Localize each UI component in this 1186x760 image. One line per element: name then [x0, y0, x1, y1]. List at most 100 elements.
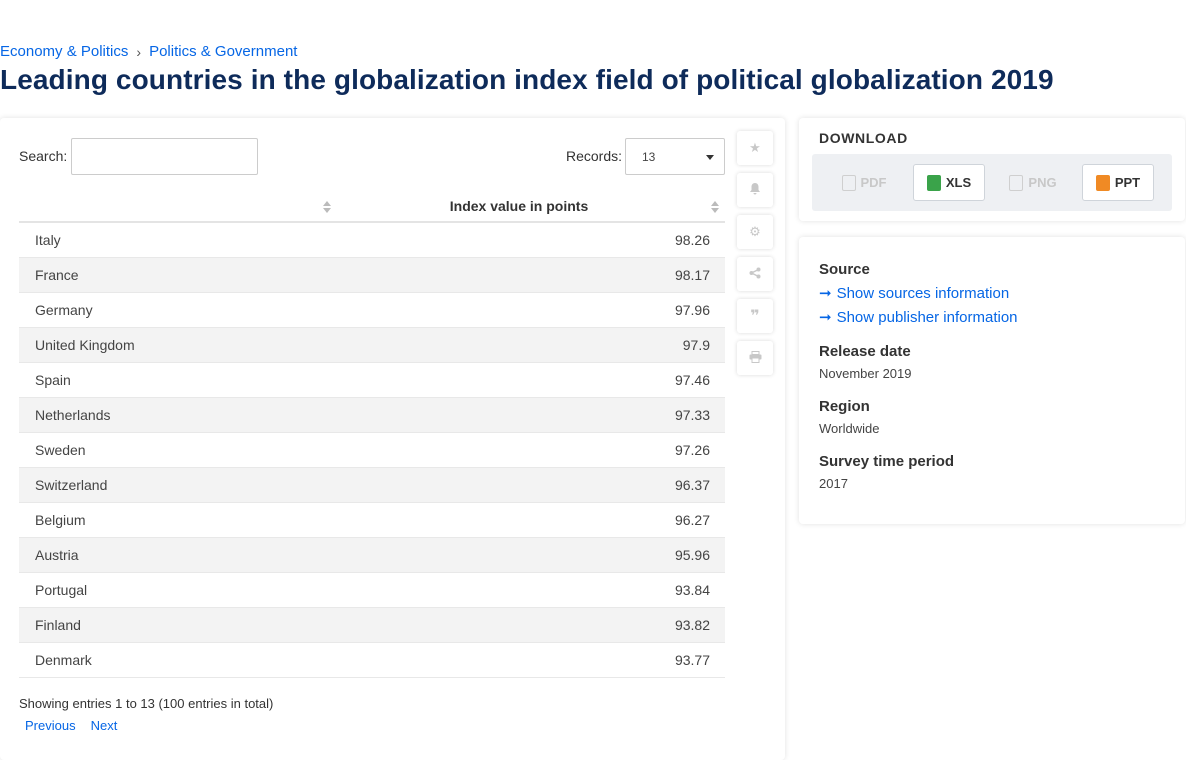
column-header-index-value[interactable]: Index value in points: [339, 198, 699, 214]
ppt-file-icon: [1095, 174, 1110, 191]
table-header: Index value in points: [19, 190, 725, 223]
table-row: Portugal 93.84: [19, 573, 725, 608]
download-pdf-label: PDF: [860, 175, 887, 190]
download-options: PDF XLS PNG PPT: [812, 154, 1172, 211]
download-title: DOWNLOAD: [819, 130, 908, 146]
download-card: DOWNLOAD PDF XLS PNG PPT: [799, 118, 1185, 221]
page-title: Leading countries in the globalization i…: [0, 64, 1054, 95]
breadcrumb-economy-politics[interactable]: Economy & Politics: [0, 43, 128, 60]
table-row: Italy 98.26: [19, 223, 725, 258]
chevron-down-icon: [706, 155, 714, 160]
alert-button[interactable]: [737, 173, 773, 207]
cite-button[interactable]: ❞: [737, 299, 773, 333]
cell-index-value: 93.84: [674, 582, 710, 598]
column-header-country[interactable]: [19, 190, 339, 223]
share-icon: [749, 267, 761, 282]
region-label: Region: [819, 398, 870, 415]
print-icon: [749, 350, 762, 366]
cell-country: Switzerland: [35, 477, 108, 493]
cell-index-value: 93.82: [674, 617, 710, 633]
statistic-info-card: Source ➞ Show sources information ➞ Show…: [799, 237, 1185, 524]
cell-country: Germany: [35, 302, 93, 318]
breadcrumb: Economy & Politics › Politics & Governme…: [0, 43, 297, 60]
source-label: Source: [819, 261, 870, 278]
xls-file-icon: [926, 174, 941, 191]
next-button[interactable]: Next: [91, 718, 118, 733]
cell-index-value: 93.77: [674, 652, 710, 668]
cell-country: France: [35, 267, 79, 283]
star-icon: ★: [749, 140, 761, 155]
pagination: Previous Next: [25, 718, 117, 733]
breadcrumb-politics-government[interactable]: Politics & Government: [149, 43, 297, 60]
breadcrumb-separator: ›: [136, 43, 142, 60]
cell-index-value: 97.96: [674, 302, 710, 318]
cell-index-value: 98.26: [674, 232, 710, 248]
gear-icon: ⚙: [749, 224, 761, 239]
png-file-icon: [1009, 174, 1024, 191]
cell-country: Belgium: [35, 512, 86, 528]
table-body: Italy 98.26 France 98.17 Germany 97.96 United …: [19, 223, 725, 678]
sort-icon[interactable]: [323, 201, 331, 213]
show-publisher-link[interactable]: ➞ Show publisher information: [819, 308, 1018, 327]
cell-index-value: 95.96: [674, 547, 710, 563]
pdf-file-icon: [841, 174, 856, 191]
arrow-right-icon: ➞: [819, 309, 832, 326]
cell-index-value: 97.33: [674, 407, 710, 423]
table-row: Denmark 93.77: [19, 643, 725, 678]
data-table: Index value in points Italy 98.26 France 98…: [19, 190, 725, 678]
table-row: Finland 93.82: [19, 608, 725, 643]
table-row: Germany 97.96: [19, 293, 725, 328]
search-label: Search:: [19, 148, 68, 164]
cell-index-value: 96.27: [674, 512, 710, 528]
cell-index-value: 97.26: [674, 442, 710, 458]
cell-country: Sweden: [35, 442, 86, 458]
survey-period-value: 2017: [819, 476, 848, 491]
download-pdf-button[interactable]: PDF: [828, 164, 900, 201]
download-ppt-label: PPT: [1114, 175, 1141, 190]
share-button[interactable]: [737, 257, 773, 291]
download-png-button[interactable]: PNG: [997, 164, 1069, 201]
cell-country: Spain: [35, 372, 71, 388]
download-png-label: PNG: [1028, 175, 1057, 190]
cell-country: Portugal: [35, 582, 88, 598]
cell-country: Denmark: [35, 652, 92, 668]
region-value: Worldwide: [819, 421, 880, 436]
table-info: Showing entries 1 to 13 (100 entries in …: [19, 696, 274, 711]
records-select-value: 13: [642, 150, 656, 164]
search-input[interactable]: [71, 138, 258, 175]
table-row: Netherlands 97.33: [19, 398, 725, 433]
release-date-value: November 2019: [819, 366, 912, 381]
table-row: France 98.17: [19, 258, 725, 293]
records-label: Records:: [566, 148, 623, 164]
show-sources-label: Show sources information: [836, 284, 1010, 302]
show-publisher-label: Show publisher information: [836, 308, 1018, 326]
quote-icon: ❞: [750, 308, 760, 325]
settings-button[interactable]: ⚙: [737, 215, 773, 249]
table-row: Austria 95.96: [19, 538, 725, 573]
survey-period-label: Survey time period: [819, 453, 955, 470]
table-row: Spain 97.46: [19, 363, 725, 398]
cell-index-value: 97.9: [682, 337, 710, 353]
cell-country: Finland: [35, 617, 81, 633]
sort-icon[interactable]: [711, 201, 719, 213]
cell-country: Netherlands: [35, 407, 111, 423]
arrow-right-icon: ➞: [819, 285, 832, 302]
download-xls-label: XLS: [945, 175, 972, 190]
download-ppt-button[interactable]: PPT: [1082, 164, 1154, 201]
cell-country: Italy: [35, 232, 61, 248]
records-select[interactable]: 13: [625, 138, 725, 175]
cell-country: United Kingdom: [35, 337, 135, 353]
favorite-button[interactable]: ★: [737, 131, 773, 165]
cell-country: Austria: [35, 547, 79, 563]
table-row: Switzerland 96.37: [19, 468, 725, 503]
table-row: Sweden 97.26: [19, 433, 725, 468]
cell-index-value: 96.37: [674, 477, 710, 493]
previous-button[interactable]: Previous: [25, 718, 76, 733]
table-row: Belgium 96.27: [19, 503, 725, 538]
release-date-label: Release date: [819, 343, 911, 360]
show-sources-link[interactable]: ➞ Show sources information: [819, 284, 1010, 303]
download-xls-button[interactable]: XLS: [913, 164, 985, 201]
print-button[interactable]: [737, 341, 773, 375]
tool-bar: ★ ⚙ ❞: [737, 131, 773, 383]
bell-icon: [749, 182, 761, 198]
